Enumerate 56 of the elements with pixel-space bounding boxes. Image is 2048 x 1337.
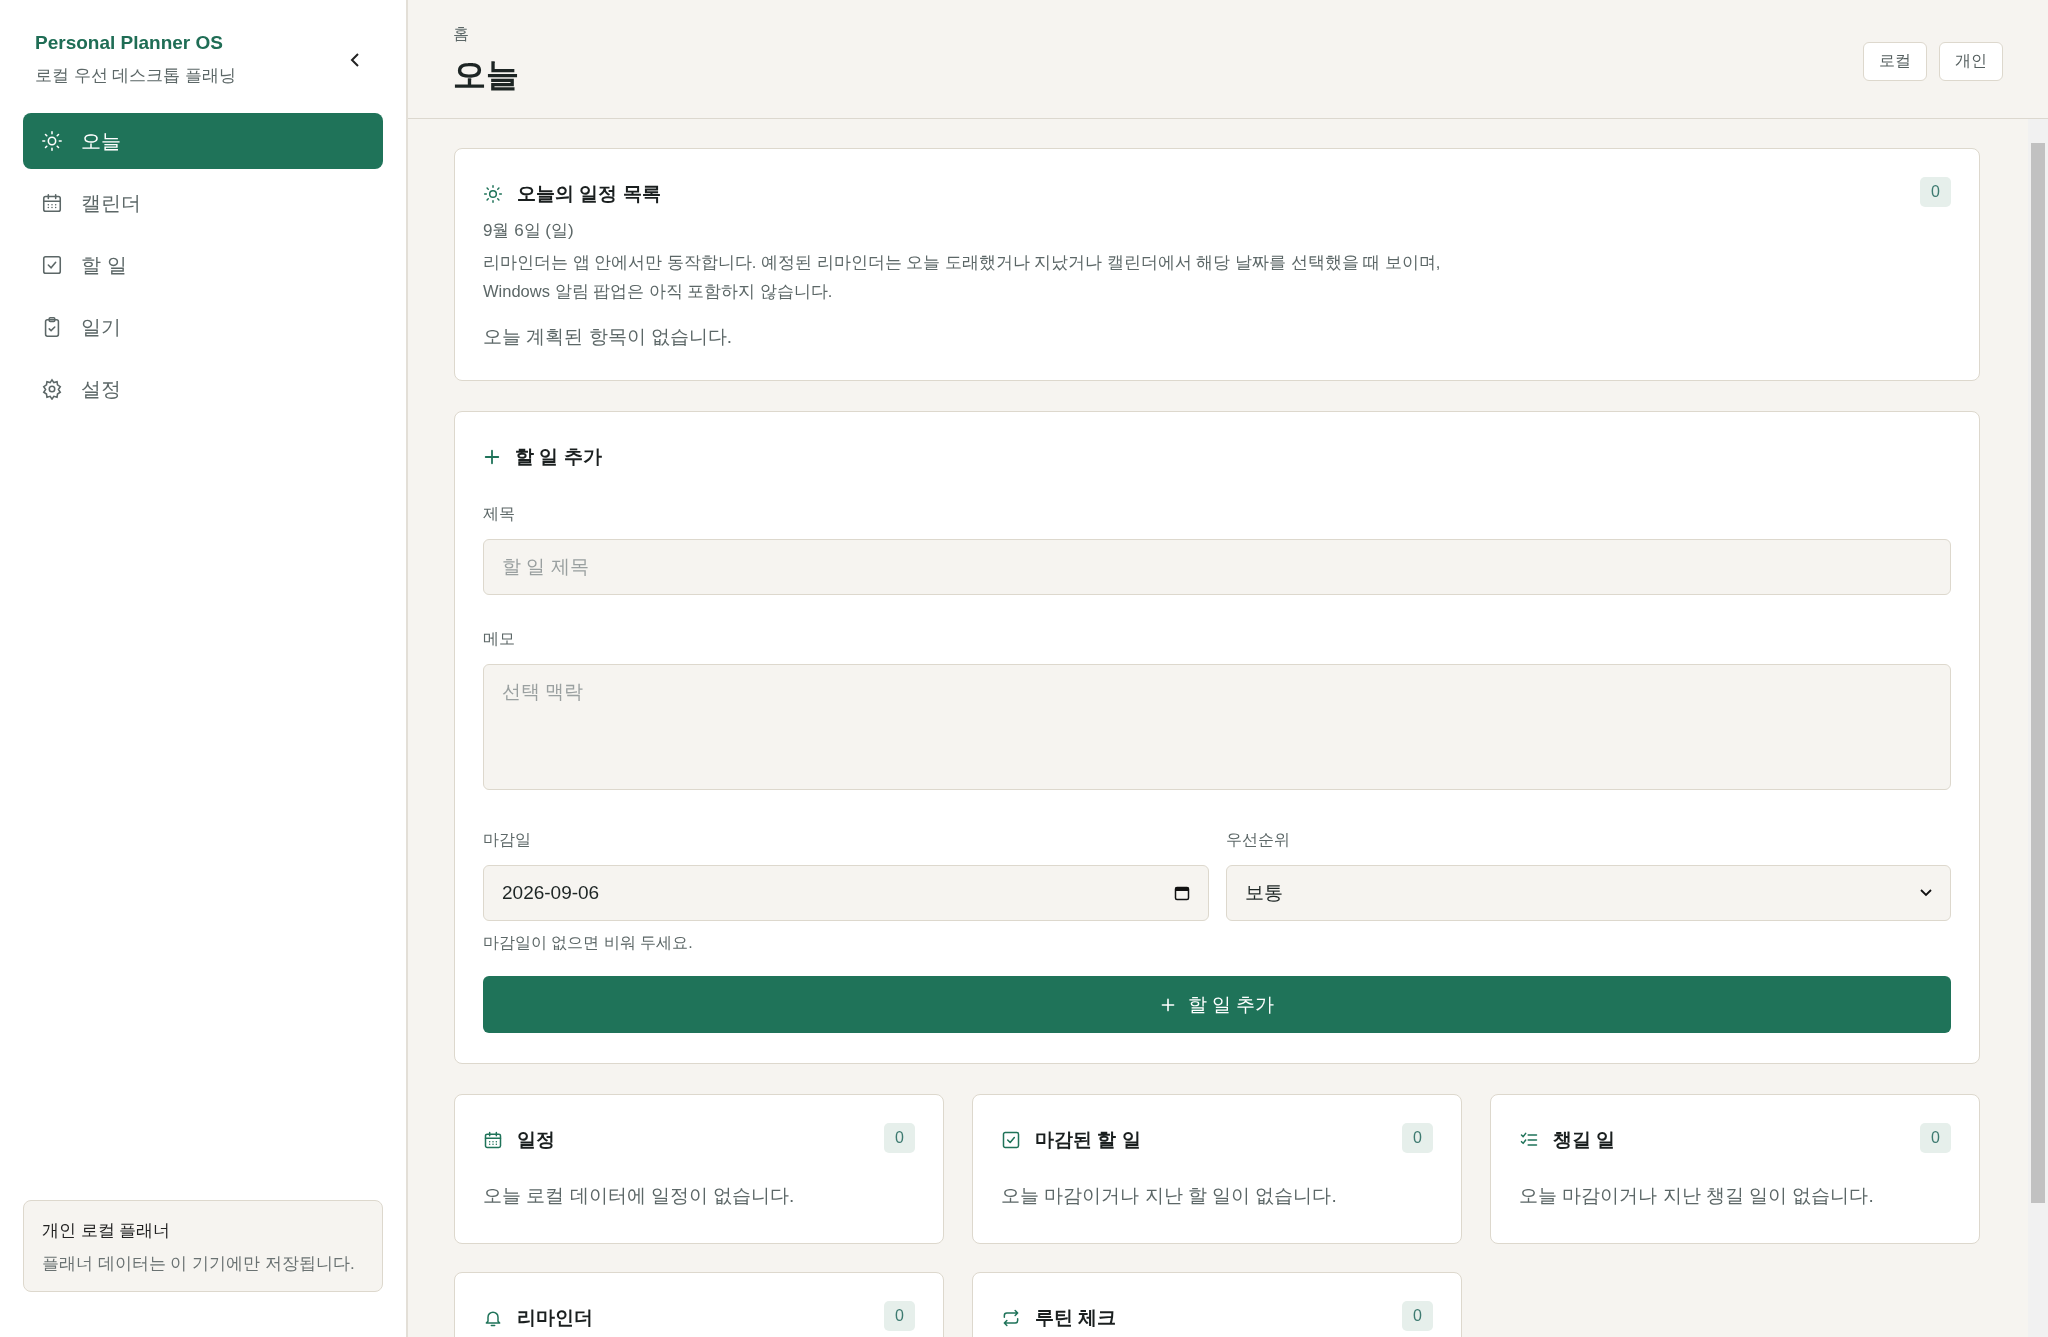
card-title: 리마인더 [517,1306,593,1330]
notice-text: 리마인더는 앱 안에서만 동작합니다. 예정된 리마인더는 오늘 도래했거나 지났거나 캘린더에서 해당 날짜를 선택했을 때 보이며, Windows 알림 팝업은 아직 포함하지 않습니다. [483,252,1442,302]
collapse-icon[interactable] [349,51,361,68]
date-field[interactable]: 2026-09-06 [483,865,1209,921]
title-input[interactable]: 할 일 제목 [483,539,1951,595]
empty-message: 오늘 로컬 데이터에 일정이 없습니다. [483,1184,796,1208]
breadcrumb[interactable]: 홈 [453,24,519,45]
app-subtitle: 로컬 우선 데스크톱 플래닝 [35,65,237,87]
add-task-button[interactable]: 할 일 추가 [483,976,1951,1033]
field-label: 마감일 [483,830,532,850]
field-label: 우선순위 [1225,830,1291,850]
sun-icon [41,130,63,152]
header-badge: 로컬 [1863,42,1927,81]
info-title: 개인 로컬 플래너 [42,1220,172,1242]
info-text: 플래너 데이터는 이 기기에만 저장됩니다. [42,1253,356,1275]
date-text: 9월 6일 (일) [483,220,575,242]
checkbox-icon [41,254,63,276]
count-badge: 0 [884,1123,915,1153]
nav-item[interactable]: 일기 [23,299,383,355]
app-title: Personal Planner OS [35,32,224,54]
page-title: 오늘 [453,55,519,95]
empty-message: 오늘 계획된 항목이 없습니다. [483,325,734,349]
count-badge: 0 [1920,177,1951,207]
empty-message: 오늘 마감이거나 지난 챙길 일이 없습니다. [1519,1184,1875,1208]
card-title: 챙길 일 [1553,1128,1616,1152]
checkbox-icon [1001,1130,1021,1150]
count-badge: 0 [1402,1123,1433,1153]
header-badge: 개인 [1939,42,2003,81]
card-title: 할 일 추가 [515,445,602,469]
sun-icon [483,184,503,204]
priority-select[interactable]: 보통 [1225,865,1951,921]
card-title: 마감된 할 일 [1035,1128,1141,1152]
card-title: 일정 [517,1128,555,1152]
calendar-icon[interactable] [1173,885,1190,901]
count-badge: 0 [884,1301,915,1331]
repeat-icon [1001,1308,1021,1328]
empty-message: 오늘 마감이거나 지난 할 일이 없습니다. [1001,1184,1338,1208]
nav-item[interactable]: 오늘 [23,113,383,169]
settings-icon [41,378,63,400]
scrollbar[interactable] [2028,119,2048,1337]
nav-item[interactable]: 설정 [23,361,383,417]
calendar-icon [483,1130,503,1150]
memo-field[interactable]: 선택 맥락 [483,664,1951,790]
card-title: 루틴 체크 [1035,1306,1117,1330]
nav-item[interactable]: 할 일 [23,237,383,293]
calendar-icon [41,192,63,214]
count-badge: 0 [1402,1301,1433,1331]
chevron-down-icon [1920,889,1932,897]
field-label: 메모 [483,629,516,649]
count-badge: 0 [1920,1123,1951,1153]
card-title: 오늘의 일정 목록 [517,182,661,206]
plus-icon [483,448,501,466]
field-label: 제목 [483,504,516,524]
nav-item[interactable]: 캘린더 [23,175,383,231]
hint-text: 마감일이 없으면 비워 두세요. [483,933,694,953]
plus-icon [1159,996,1176,1013]
